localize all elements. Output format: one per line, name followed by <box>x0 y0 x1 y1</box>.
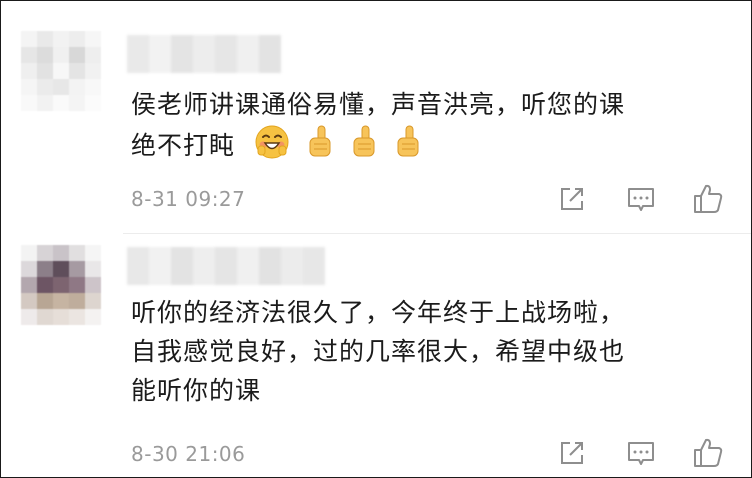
avatar[interactable] <box>21 31 101 111</box>
like-button[interactable] <box>691 436 725 470</box>
comment-icon <box>628 442 654 465</box>
comment-timestamp: 8-30 21:06 <box>131 442 246 466</box>
comment-text-line: 侯老师讲课通俗易懂，声音洪亮，听您的课 <box>131 90 626 119</box>
comment-text: 侯老师讲课通俗易懂，声音洪亮，听您的课 绝不打盹 <box>131 85 731 165</box>
comment-text-line: 听你的经济法很久了，今年终于上战场啦， <box>131 298 626 327</box>
comment-item: 侯老师讲课通俗易懂，声音洪亮，听您的课 绝不打盹 8-31 09:27 <box>1 1 751 233</box>
like-icon <box>694 184 723 213</box>
like-icon <box>694 438 723 467</box>
avatar[interactable] <box>21 245 101 325</box>
comment-text-line: 绝不打盹 <box>131 124 731 165</box>
comment-text: 听你的经济法很久了，今年终于上战场啦， 自我感觉良好，过的几率很大，希望中级也 … <box>131 293 731 410</box>
thumbs-up-icon <box>397 125 419 157</box>
emoji-group <box>254 124 422 160</box>
thumbs-up-icon <box>353 125 375 157</box>
username-redacted[interactable] <box>127 247 325 285</box>
share-icon <box>561 442 583 464</box>
grinning-blush-face-icon <box>255 125 289 159</box>
like-button[interactable] <box>691 182 725 216</box>
reply-button[interactable] <box>626 439 656 469</box>
comment-timestamp: 8-31 09:27 <box>131 187 246 211</box>
comment-text-line: 能听你的课 <box>131 376 262 405</box>
comment-icon <box>628 188 654 211</box>
share-button[interactable] <box>558 185 586 213</box>
comment-text-fragment: 绝不打盹 <box>131 131 236 160</box>
thumbs-up-icon <box>309 125 331 157</box>
share-button[interactable] <box>558 439 586 467</box>
comment-item: 听你的经济法很久了，今年终于上战场啦， 自我感觉良好，过的几率很大，希望中级也 … <box>1 234 751 477</box>
comment-text-line: 自我感觉良好，过的几率很大，希望中级也 <box>131 337 626 366</box>
comment-list: 侯老师讲课通俗易懂，声音洪亮，听您的课 绝不打盹 8-31 09:27 听你的经… <box>0 0 752 478</box>
reply-button[interactable] <box>626 185 656 215</box>
username-redacted[interactable] <box>127 35 281 73</box>
share-icon <box>561 188 583 210</box>
